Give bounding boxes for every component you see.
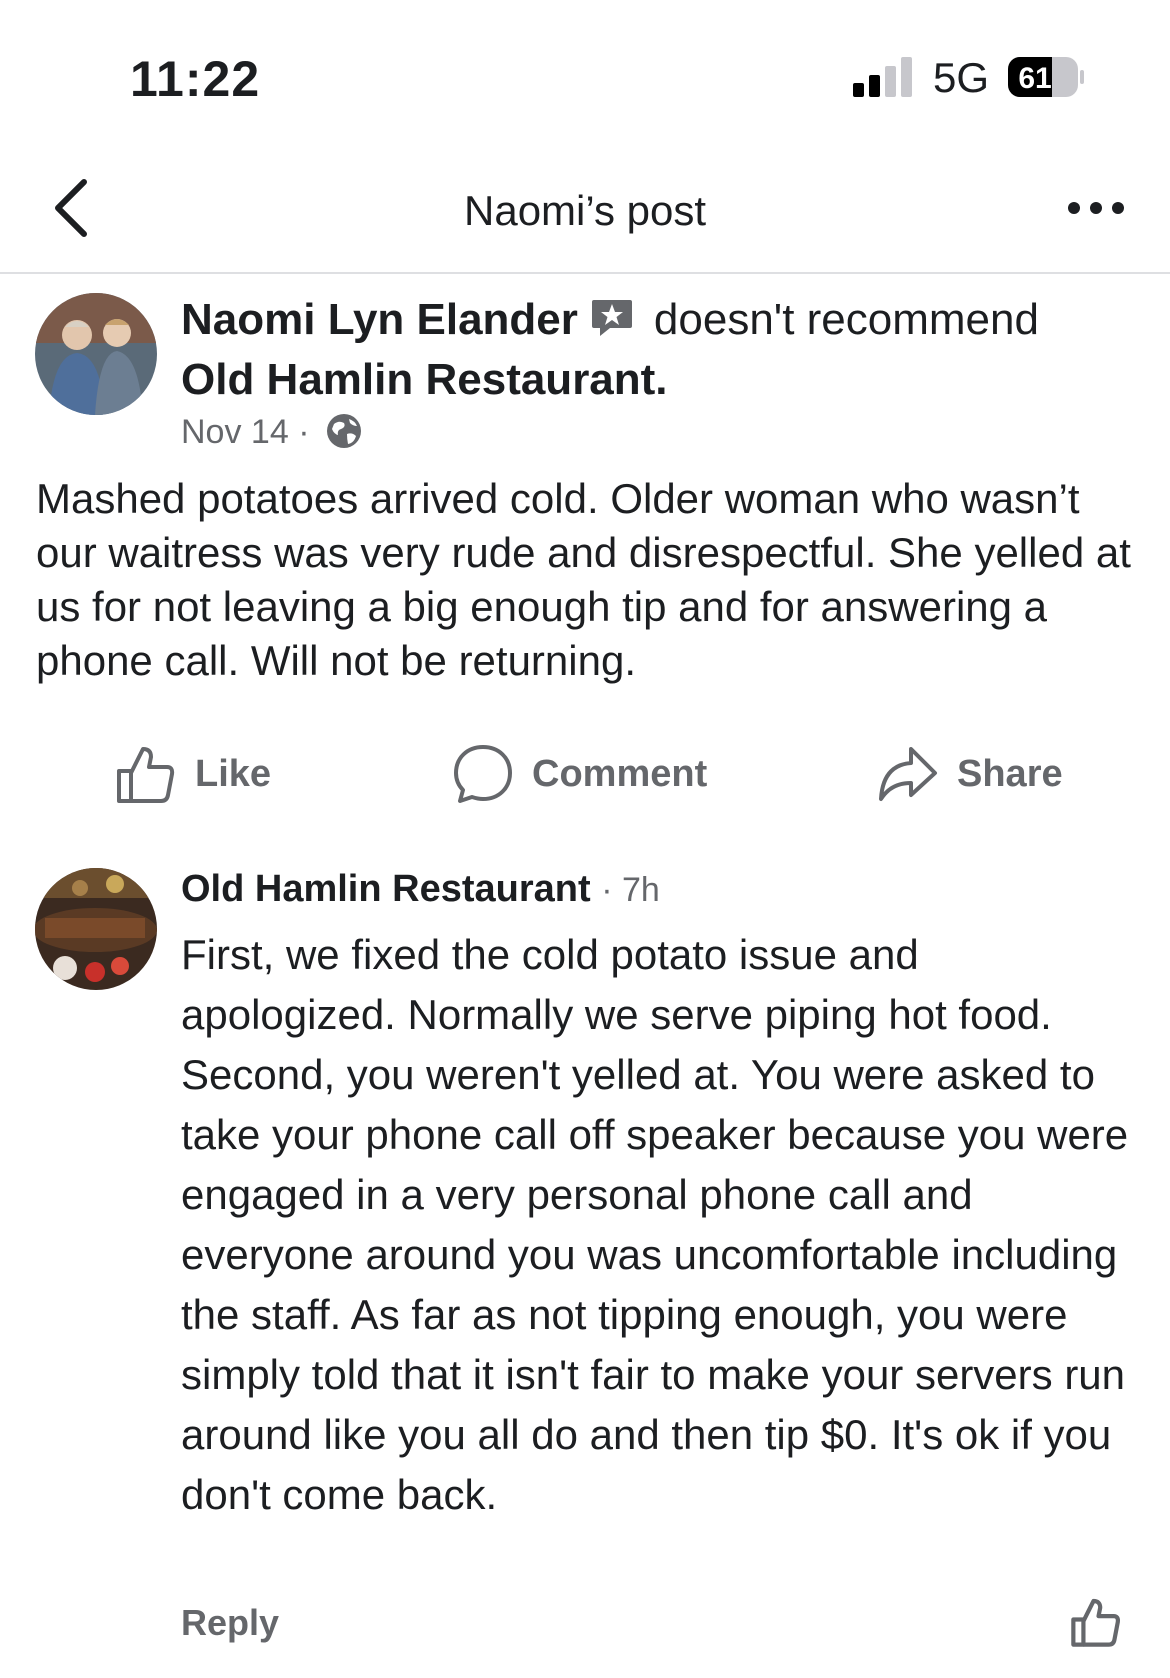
- thumbs-up-icon: [117, 747, 175, 803]
- comment-header: Old Hamlin Restaurant · 7h: [181, 868, 660, 911]
- reviewed-page[interactable]: Old Hamlin Restaurant.: [181, 355, 668, 404]
- share-arrow-icon: [879, 747, 937, 801]
- share-button[interactable]: Share: [877, 742, 1063, 806]
- comment-time: · 7h: [601, 871, 660, 909]
- share-label: Share: [957, 752, 1063, 795]
- post-text: Mashed potatoes arrived cold. Older woma…: [36, 475, 1131, 684]
- network-type: 5G: [933, 54, 990, 101]
- post-meta: Nov 14 ·: [181, 412, 363, 452]
- signal-icon: [853, 57, 912, 97]
- globe-icon: [326, 414, 361, 448]
- author-avatar[interactable]: [35, 293, 157, 415]
- post-author[interactable]: Naomi Lyn Elander: [181, 295, 578, 344]
- commenter-avatar[interactable]: [35, 868, 157, 990]
- comment-text: First, we fixed the cold potato issue an…: [181, 931, 1129, 1518]
- page-title: Naomi’s post: [464, 187, 706, 234]
- post-verb: doesn't recommend: [653, 295, 1039, 344]
- more-options-button[interactable]: [1066, 198, 1126, 218]
- reply-button[interactable]: Reply: [181, 1602, 279, 1644]
- comment-button[interactable]: Comment: [452, 742, 707, 806]
- post-header: Naomi Lyn Elander doesn't recommend Old H…: [181, 290, 1141, 410]
- avatar-photo: [35, 868, 157, 990]
- avatar-photo: [35, 293, 157, 415]
- battery-level: 61: [1018, 62, 1051, 95]
- post-date[interactable]: Nov 14: [181, 413, 289, 451]
- status-time: 11:22: [130, 51, 261, 107]
- review-star-icon: [591, 300, 632, 336]
- meta-separator: ·: [298, 413, 310, 451]
- comment-label: Comment: [532, 752, 708, 795]
- like-label: Like: [195, 752, 272, 795]
- like-button[interactable]: Like: [115, 742, 271, 806]
- comment-bubble-icon: [454, 745, 512, 803]
- header-divider: [0, 272, 1170, 274]
- comment-author[interactable]: Old Hamlin Restaurant: [181, 868, 591, 910]
- comment-like-icon[interactable]: [1070, 1596, 1122, 1648]
- battery-icon: 61: [1008, 57, 1084, 97]
